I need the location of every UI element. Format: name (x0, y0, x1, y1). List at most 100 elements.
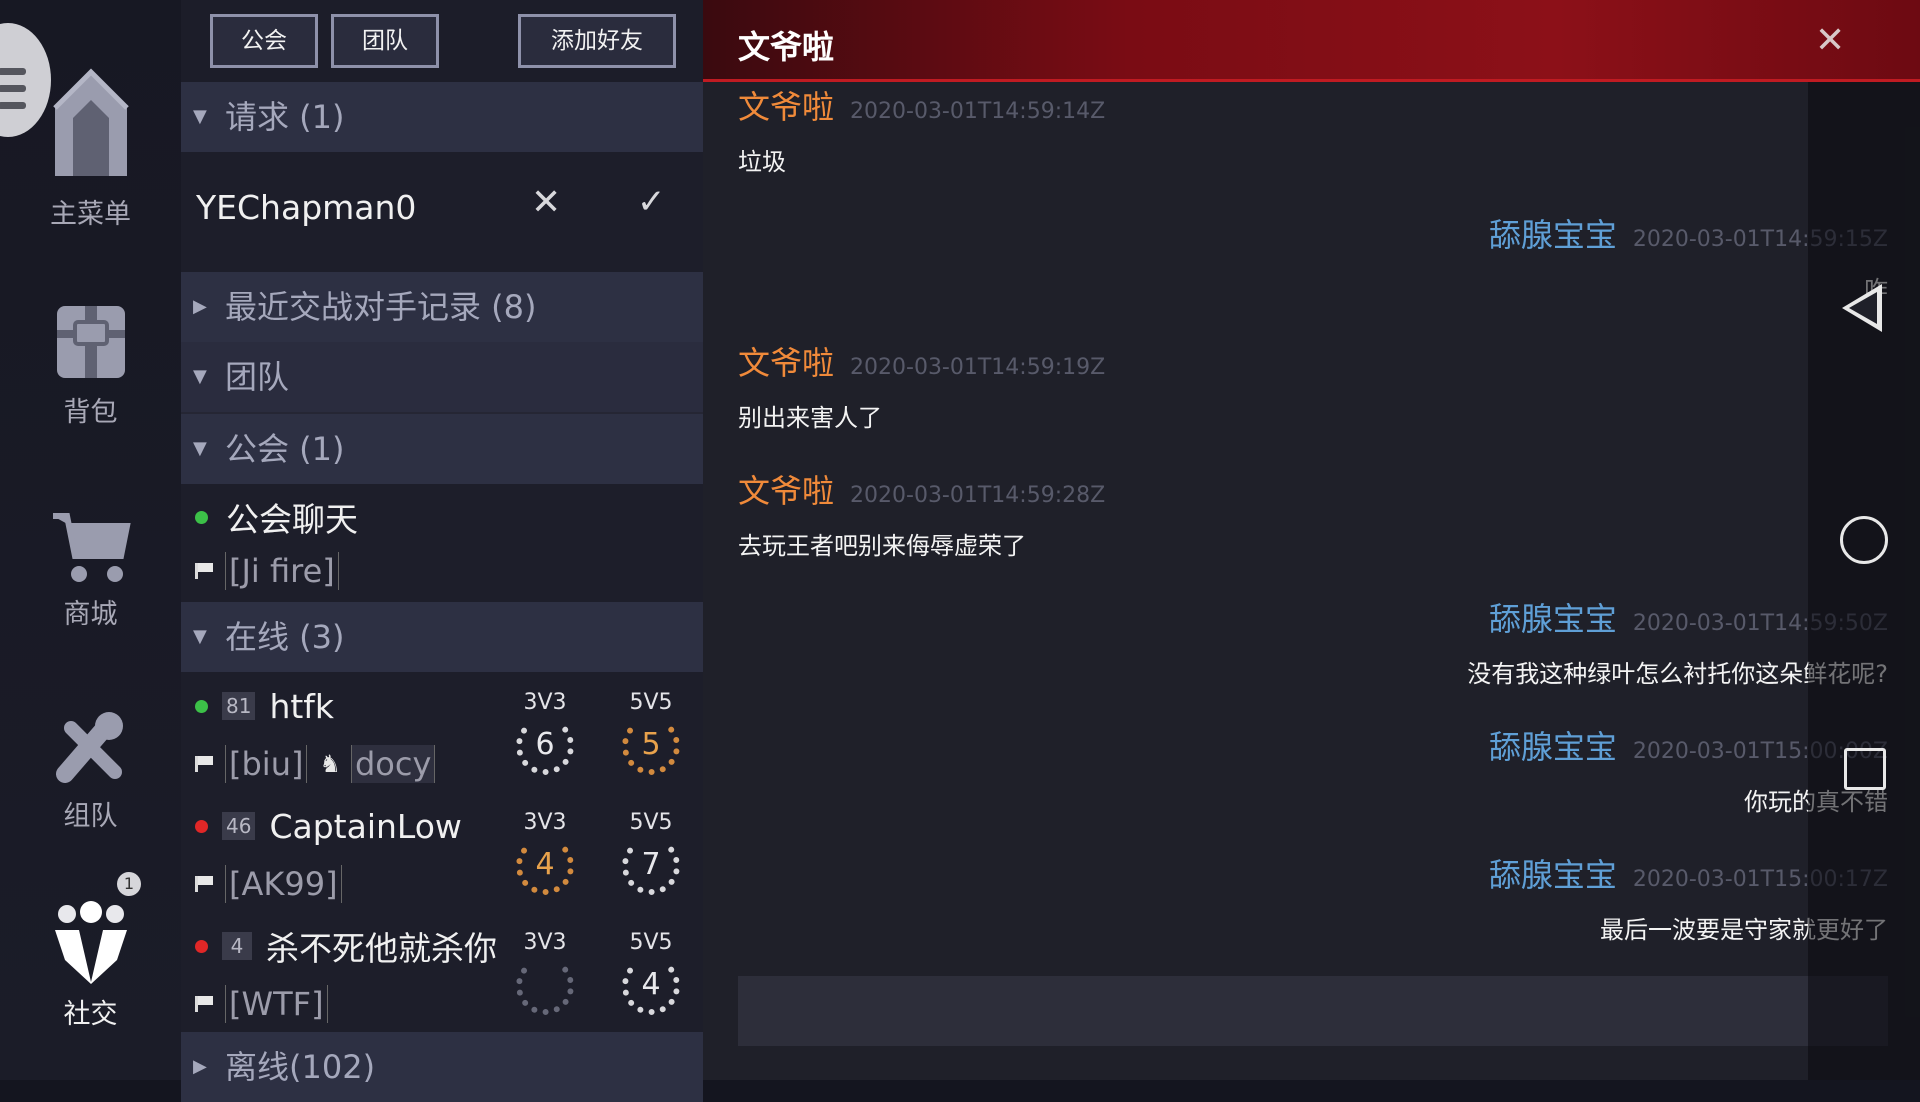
friend-request-row: YEChapman0 ✕ ✓ (181, 152, 703, 272)
message-sender: 文爷啦 (738, 88, 835, 126)
rail-item-main-menu[interactable]: 主菜单 (0, 66, 181, 231)
home-icon (52, 68, 129, 176)
rank-3v3: 3V3 6 (505, 690, 585, 775)
busy-status-dot (195, 939, 208, 953)
friend-row[interactable]: 81 htfk [biu] ♞ docy 3V3 6 5V5 5 (181, 672, 703, 792)
rank-medal-icon (516, 957, 574, 1015)
section-recent-opponents[interactable]: ▶ 最近交战对手记录 (8) (181, 272, 703, 342)
rank-medal-icon: 7 (622, 837, 680, 895)
side-rail: 主菜单 背包 商城 组队 社交 1 (0, 0, 181, 1080)
social-panel: 公会 团队 添加好友 ▼ 请求 (1) YEChapman0 ✕ ✓ ▶ 最近交… (181, 0, 703, 1102)
player-name: CaptainLow (269, 806, 462, 846)
message-time: 2020-03-01T14:59:28Z (850, 483, 1106, 508)
chat-input[interactable] (738, 976, 1888, 1046)
player-level: 46 (222, 812, 256, 840)
message-time: 2020-03-01T14:59:14Z (850, 99, 1106, 124)
rail-item-backpack[interactable]: 背包 (0, 300, 181, 429)
message-sender: 舔腺宝宝 (1488, 600, 1617, 638)
rank-medal-icon: 6 (516, 717, 574, 775)
add-friend-button[interactable]: 添加好友 (518, 14, 676, 68)
player-level: 81 (222, 692, 256, 720)
rail-label-shop: 商城 (63, 599, 118, 630)
player-level: 4 (222, 932, 252, 960)
section-team[interactable]: ▼ 团队 (181, 342, 703, 412)
guild-tag: [WTF] (225, 985, 328, 1023)
collapsed-arrow-icon: ▶ (193, 296, 207, 317)
recent-apps-icon[interactable] (1844, 748, 1886, 790)
section-guild-label: 公会 (1) (225, 430, 345, 468)
message-text: 别出来害人了 (738, 404, 882, 432)
section-offline-label: 离线(102) (225, 1048, 376, 1086)
rank-5v5: 5V5 4 (611, 930, 691, 1015)
rail-label-team-up: 组队 (63, 801, 118, 832)
rail-label-main-menu: 主菜单 (50, 199, 131, 230)
section-requests-label: 请求 (1) (225, 98, 345, 136)
online-status-dot (195, 510, 208, 524)
backpack-icon (56, 306, 125, 378)
guild-tag: [Ji fire] (225, 552, 339, 590)
player-name: htfk (269, 686, 335, 726)
section-offline[interactable]: ▶ 离线(102) (181, 1032, 703, 1102)
guild-chat-label: 公会聊天 (226, 500, 358, 539)
rank-5v5: 5V5 5 (611, 690, 691, 775)
expanded-arrow-icon: ▼ (193, 438, 207, 459)
rank-5v5: 5V5 7 (611, 810, 691, 895)
message-time: 2020-03-01T14:59:19Z (850, 355, 1106, 380)
mode-label: 5V5 (629, 930, 673, 955)
close-icon[interactable]: ✕ (1815, 20, 1845, 61)
cart-icon (52, 513, 131, 582)
mode-label: 3V3 (523, 930, 567, 955)
chat-message: 文爷啦 2020-03-01T14:59:19Z 别出来害人了 (738, 338, 1105, 433)
guild-flag-icon (195, 996, 213, 1012)
section-online-label: 在线 (3) (225, 618, 345, 656)
request-player-name: YEChapman0 (196, 188, 417, 227)
rail-label-backpack: 背包 (63, 397, 118, 428)
wrench-icon (55, 712, 123, 783)
notification-badge: 1 (117, 872, 141, 896)
message-sender: 文爷啦 (738, 472, 835, 510)
guild-flag-icon (195, 563, 213, 579)
section-requests[interactable]: ▼ 请求 (1) (181, 82, 703, 152)
mode-label: 3V3 (523, 690, 567, 715)
guild-tag: [AK99] (225, 865, 342, 903)
linked-player-name: docy (350, 745, 436, 783)
chat-title: 文爷啦 (738, 28, 835, 66)
busy-status-dot (195, 819, 208, 833)
panel-toolbar: 公会 团队 添加好友 (181, 0, 703, 82)
mode-label: 5V5 (629, 810, 673, 835)
collapsed-arrow-icon: ▶ (193, 1056, 207, 1077)
home-nav-icon[interactable] (1840, 516, 1888, 564)
chat-message: 文爷啦 2020-03-01T14:59:28Z 去玩王者吧别来侮辱虚荣了 (738, 466, 1105, 561)
chat-message: 文爷啦 2020-03-01T14:59:14Z 垃圾 (738, 82, 1105, 177)
section-guild[interactable]: ▼ 公会 (1) (181, 414, 703, 484)
social-people-icon (54, 901, 127, 984)
rail-label-social: 社交 (63, 999, 118, 1030)
guild-flag-icon (195, 876, 213, 892)
expanded-arrow-icon: ▼ (193, 366, 207, 387)
rank-medal-icon: 4 (622, 957, 680, 1015)
section-online[interactable]: ▼ 在线 (3) (181, 602, 703, 672)
decline-request-icon[interactable]: ✕ (531, 182, 561, 223)
message-sender: 舔腺宝宝 (1488, 856, 1617, 894)
friend-row[interactable]: 46 CaptainLow [AK99] 3V3 4 5V5 7 (181, 792, 703, 912)
guild-chat-row[interactable]: 公会聊天 [Ji fire] (181, 484, 703, 602)
tab-guild[interactable]: 公会 (210, 14, 318, 68)
rail-item-social[interactable]: 社交 (0, 900, 181, 1031)
message-sender: 舔腺宝宝 (1488, 216, 1617, 254)
message-sender: 文爷啦 (738, 344, 835, 382)
chat-header: 文爷啦 ✕ (703, 0, 1920, 82)
chat-panel: 文爷啦 ✕ 文爷啦 2020-03-01T14:59:14Z 垃圾 舔腺宝宝 202… (703, 0, 1920, 1080)
expanded-arrow-icon: ▼ (193, 106, 207, 127)
message-sender: 舔腺宝宝 (1488, 728, 1617, 766)
message-text: 垃圾 (738, 148, 786, 176)
message-text: 去玩王者吧别来侮辱虚荣了 (738, 532, 1026, 560)
system-nav-bar (1808, 82, 1920, 1080)
friend-row[interactable]: 4 杀不死他就杀你 [WTF] 3V3 5V5 4 (181, 912, 703, 1032)
rank-medal-icon: 4 (516, 837, 574, 895)
tab-team[interactable]: 团队 (331, 14, 439, 68)
rail-item-shop[interactable]: 商城 (0, 510, 181, 631)
accept-request-icon[interactable]: ✓ (637, 182, 666, 222)
rail-item-team-up[interactable]: 组队 (0, 710, 181, 833)
section-recent-label: 最近交战对手记录 (8) (225, 288, 537, 326)
expanded-arrow-icon: ▼ (193, 626, 207, 647)
